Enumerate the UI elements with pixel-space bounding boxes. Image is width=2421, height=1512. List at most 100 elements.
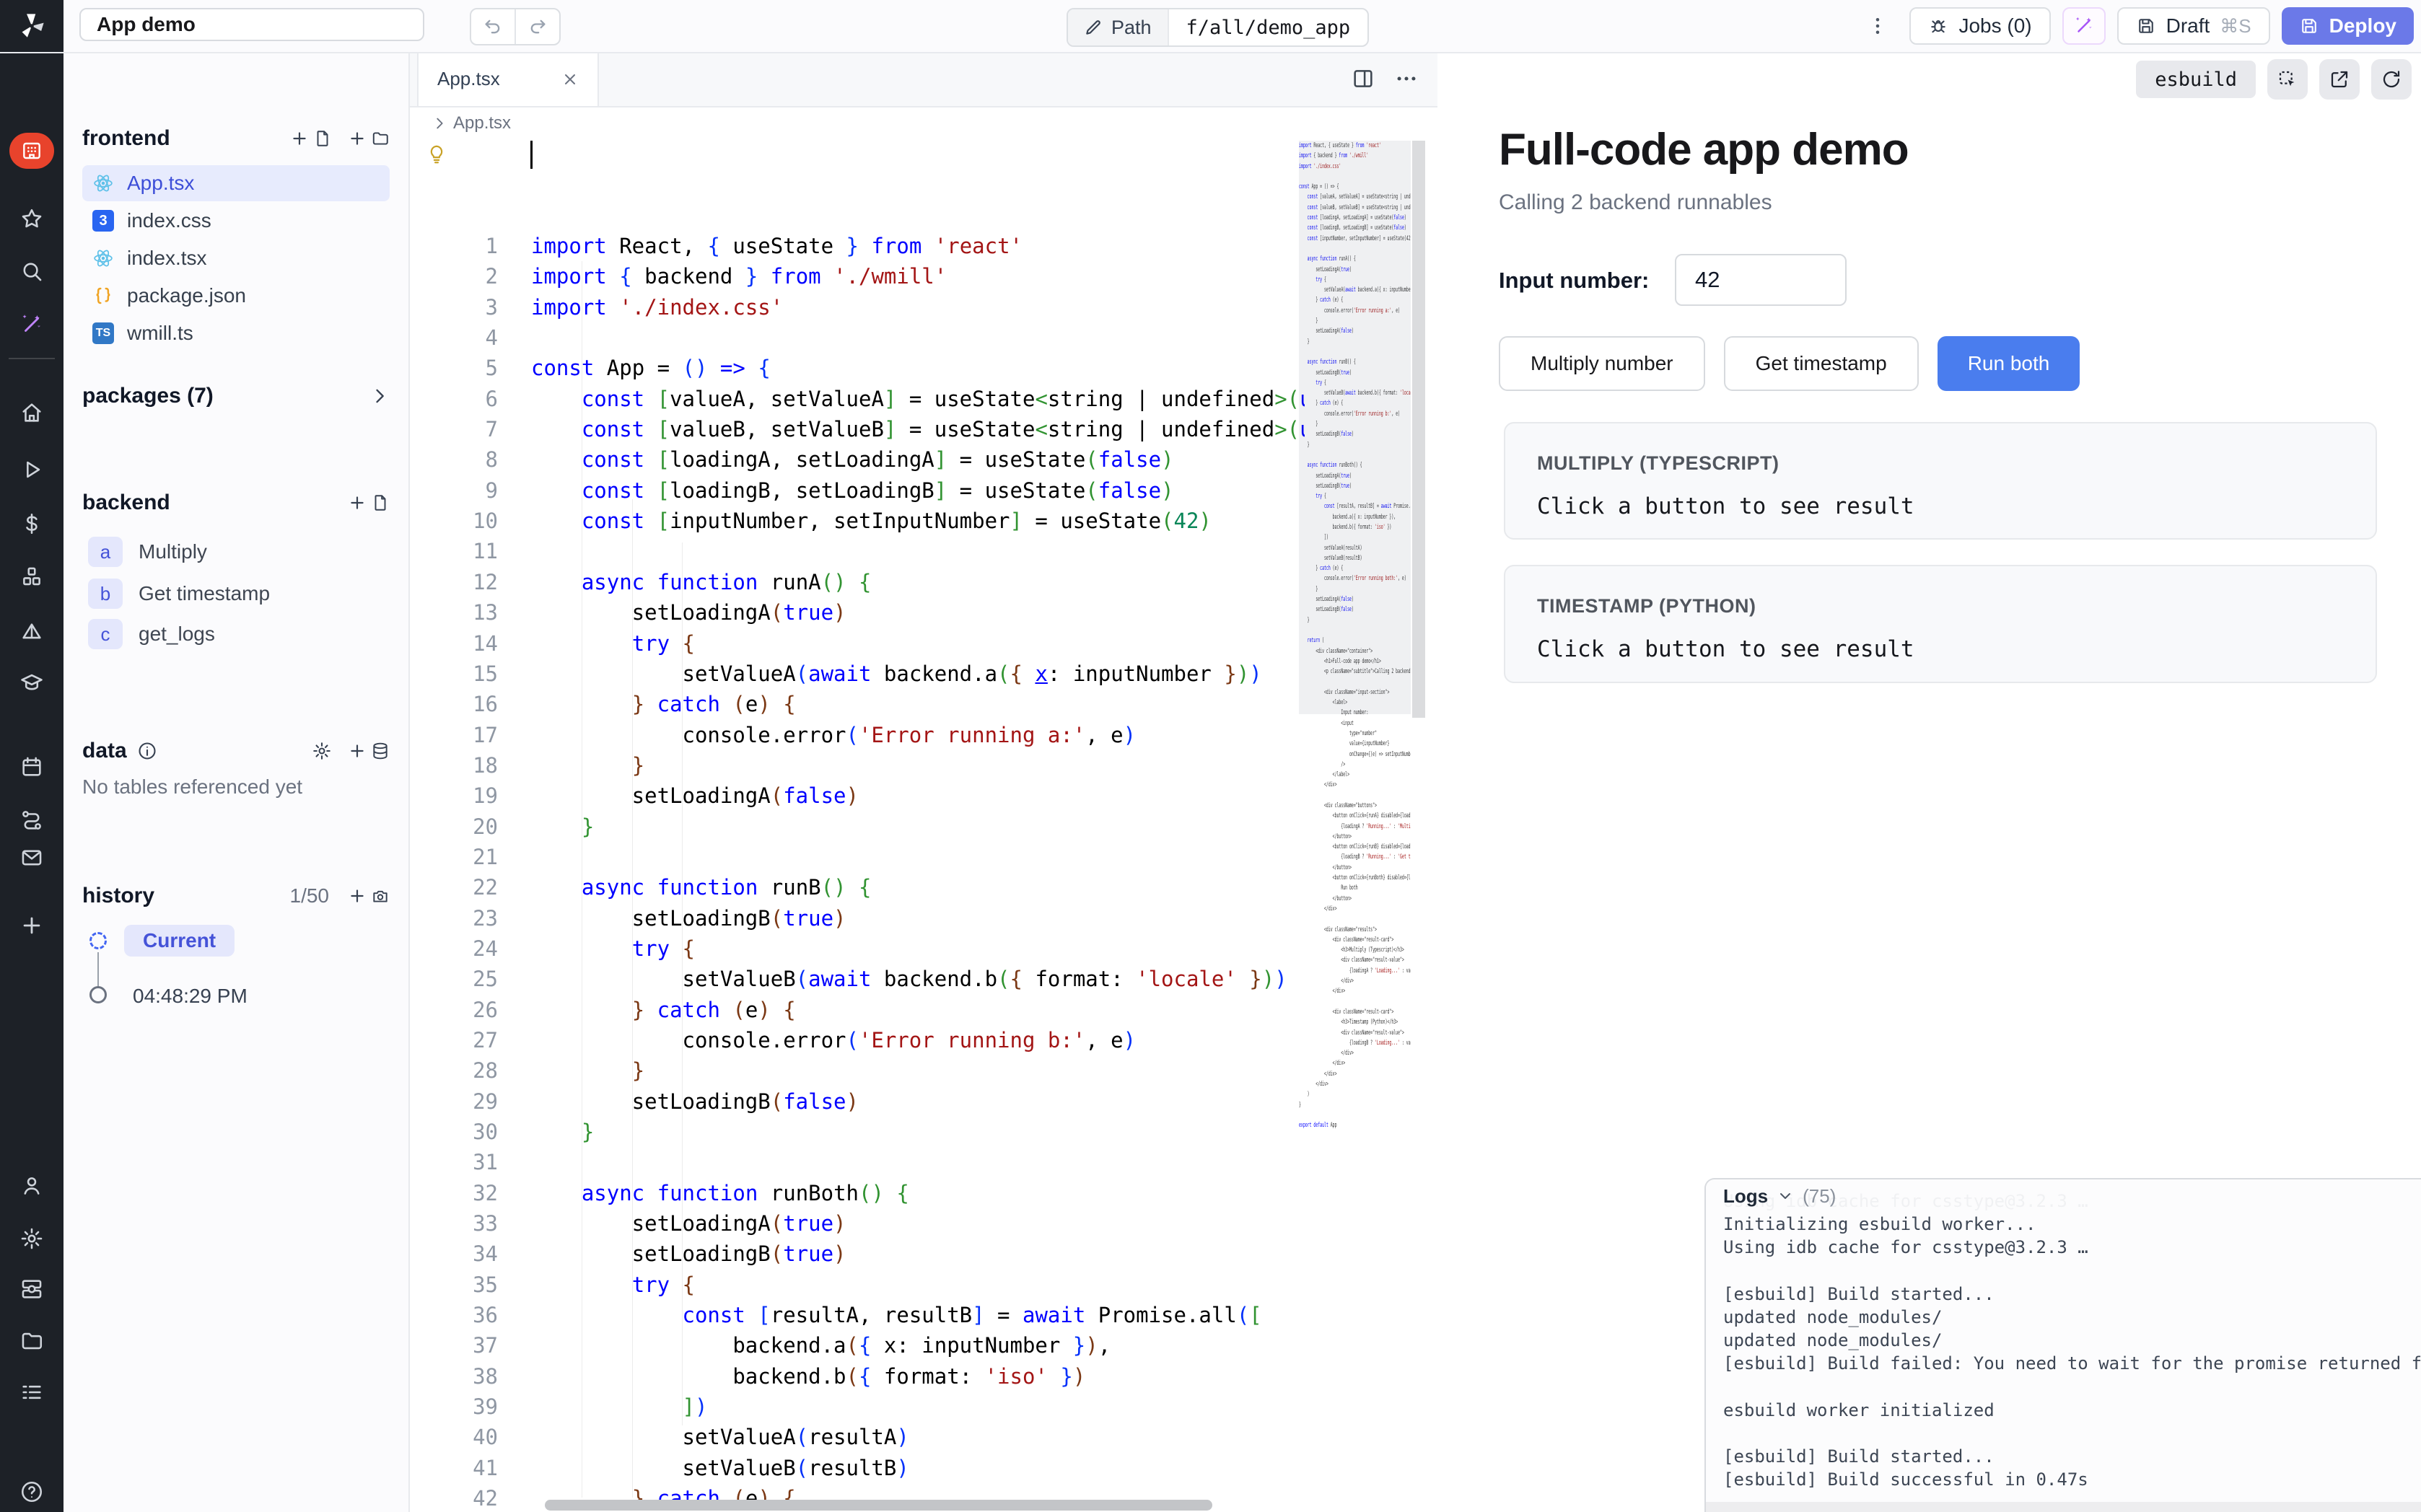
horizontal-scrollbar[interactable]	[545, 1500, 1212, 1511]
input-number-field[interactable]	[1675, 254, 1847, 306]
path-chip[interactable]: Path f/all/demo_app	[1067, 8, 1369, 47]
windmill-logo[interactable]	[0, 0, 64, 52]
code-line[interactable]: 24 try {	[410, 933, 1305, 964]
multiply-number-button[interactable]: Multiply number	[1499, 336, 1705, 391]
search-icon[interactable]	[19, 259, 44, 284]
list-icon[interactable]	[19, 1380, 44, 1405]
code-line[interactable]: 19 setLoadingA(false)	[410, 781, 1305, 811]
packages-row[interactable]: packages (7)	[82, 380, 390, 412]
history-timestamp[interactable]: 04:48:29 PM	[133, 985, 248, 1008]
ai-wand-button[interactable]	[2062, 7, 2106, 45]
minimap-slider[interactable]	[1299, 141, 1411, 714]
add-file-button[interactable]	[290, 129, 332, 148]
minimap[interactable]: import React, { useState } from 'react' …	[1299, 141, 1411, 1512]
more-menu-button[interactable]	[1863, 7, 1892, 45]
code-line[interactable]: 41 setValueB(resultB)	[410, 1453, 1305, 1483]
history-current-pill[interactable]: Current	[124, 925, 235, 957]
code-line[interactable]: 3import './index.css'	[410, 292, 1305, 322]
code-line[interactable]: 10 const [inputNumber, setInputNumber] =…	[410, 506, 1305, 536]
mail-icon[interactable]	[19, 845, 44, 870]
gear-icon[interactable]	[19, 1226, 44, 1251]
logs-header[interactable]: Logs (75)	[1706, 1179, 2421, 1213]
code-line[interactable]: 18 }	[410, 750, 1305, 781]
add-table-button[interactable]	[348, 742, 390, 760]
prism-icon[interactable]	[19, 620, 44, 645]
snapshot-button[interactable]	[348, 887, 390, 905]
code-line[interactable]: 17 console.error('Error running a:', e)	[410, 720, 1305, 750]
code-line[interactable]: 26 } catch (e) {	[410, 995, 1305, 1025]
code-line[interactable]: 21	[410, 842, 1305, 872]
code-line[interactable]: 13 setLoadingA(true)	[410, 597, 1305, 628]
code-line[interactable]: 7 const [valueB, setValueB] = useState<s…	[410, 414, 1305, 444]
code-line[interactable]: 6 const [valueA, setValueA] = useState<s…	[410, 384, 1305, 414]
code-line[interactable]: 35 try {	[410, 1270, 1305, 1300]
gear-icon[interactable]	[312, 741, 332, 761]
file-row-wmill-ts[interactable]: TS wmill.ts	[82, 315, 390, 351]
wand-icon[interactable]	[19, 312, 44, 337]
code-area[interactable]: 1import React, { useState } from 'react'…	[410, 139, 1305, 1512]
code-line[interactable]: 11	[410, 536, 1305, 566]
calendar-icon[interactable]	[19, 755, 44, 779]
help-icon[interactable]	[19, 1480, 44, 1504]
open-in-new-button[interactable]	[2319, 59, 2360, 100]
code-line[interactable]: 8 const [loadingA, setLoadingA] = useSta…	[410, 444, 1305, 475]
home-icon[interactable]	[19, 400, 44, 425]
plus-icon[interactable]	[19, 913, 44, 938]
file-row-app-tsx[interactable]: App.tsx	[82, 165, 390, 201]
code-line[interactable]: 30 }	[410, 1117, 1305, 1147]
code-line[interactable]: 29 setLoadingB(false)	[410, 1086, 1305, 1117]
code-line[interactable]: 39 ])	[410, 1392, 1305, 1422]
inspect-button[interactable]	[2267, 59, 2308, 100]
runnable-row-multiply[interactable]: a Multiply	[82, 533, 390, 571]
workers-icon[interactable]	[19, 1277, 44, 1301]
deploy-button[interactable]: Deploy	[2282, 7, 2414, 45]
runnable-row-get-logs[interactable]: c get_logs	[82, 615, 390, 653]
code-line[interactable]: 40 setValueA(resultA)	[410, 1422, 1305, 1452]
split-editor-icon[interactable]	[1351, 66, 1375, 91]
folder-icon[interactable]	[19, 1329, 44, 1353]
file-row-package-json[interactable]: package.json	[82, 278, 390, 314]
code-line[interactable]: 1import React, { useState } from 'react'	[410, 231, 1305, 261]
star-icon[interactable]	[19, 207, 44, 232]
jobs-button[interactable]: Jobs (0)	[1909, 7, 2050, 45]
code-line[interactable]: 33 setLoadingA(true)	[410, 1208, 1305, 1239]
code-line[interactable]: 34 setLoadingB(true)	[410, 1239, 1305, 1269]
app-name-input[interactable]	[79, 8, 424, 41]
file-row-index-css[interactable]: 3 index.css	[82, 203, 390, 239]
tab-app-tsx[interactable]: App.tsx	[417, 52, 599, 106]
logs-scrollbar[interactable]	[1706, 1502, 2421, 1512]
vertical-scrollbar[interactable]	[1412, 141, 1425, 718]
code-line[interactable]: 16 } catch (e) {	[410, 689, 1305, 719]
draft-button[interactable]: Draft ⌘S	[2117, 7, 2270, 45]
cubes-icon[interactable]	[19, 565, 44, 589]
code-line[interactable]: 9 const [loadingB, setLoadingB] = useSta…	[410, 475, 1305, 506]
redo-button[interactable]	[515, 9, 559, 44]
code-line[interactable]: 31	[410, 1147, 1305, 1177]
code-line[interactable]: 32 async function runBoth() {	[410, 1178, 1305, 1208]
graduation-icon[interactable]	[19, 670, 44, 695]
refresh-button[interactable]	[2371, 59, 2412, 100]
code-line[interactable]: 15 setValueA(await backend.a({ x: inputN…	[410, 659, 1305, 689]
code-line[interactable]: 38 backend.b({ format: 'iso' })	[410, 1361, 1305, 1392]
code-line[interactable]: 4	[410, 322, 1305, 353]
history-point-marker[interactable]	[89, 986, 107, 1003]
undo-button[interactable]	[471, 9, 515, 44]
add-folder-button[interactable]	[348, 129, 390, 148]
play-icon[interactable]	[19, 457, 44, 482]
code-line[interactable]: 20 }	[410, 812, 1305, 842]
close-icon[interactable]	[561, 71, 579, 88]
route-icon[interactable]	[19, 808, 44, 832]
code-line[interactable]: 25 setValueB(await backend.b({ format: '…	[410, 964, 1305, 994]
apps-icon[interactable]	[9, 133, 54, 169]
code-line[interactable]: 23 setLoadingB(true)	[410, 903, 1305, 933]
code-line[interactable]: 28 }	[410, 1055, 1305, 1086]
info-icon[interactable]	[137, 741, 157, 761]
logs-output[interactable]: Using idb cache for csstype@3.2.3 …Initi…	[1723, 1190, 2421, 1491]
get-timestamp-button[interactable]: Get timestamp	[1724, 336, 1919, 391]
code-line[interactable]: 2import { backend } from './wmill'	[410, 261, 1305, 291]
code-line[interactable]: 37 backend.a({ x: inputNumber }),	[410, 1330, 1305, 1361]
ellipsis-icon[interactable]	[1394, 66, 1419, 91]
code-line[interactable]: 27 console.error('Error running b:', e)	[410, 1025, 1305, 1055]
code-line[interactable]: 5const App = () => {	[410, 353, 1305, 383]
person-icon[interactable]	[19, 1174, 44, 1198]
